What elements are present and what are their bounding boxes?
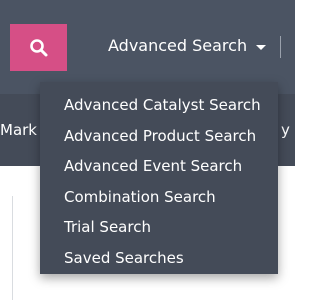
nav-item-partial-left[interactable]: Mark <box>0 120 40 140</box>
dropdown-item-combination-search[interactable]: Combination Search <box>40 182 278 213</box>
advanced-search-menu-toggle[interactable]: Advanced Search <box>108 36 267 56</box>
dropdown-item-saved-searches[interactable]: Saved Searches <box>40 243 278 274</box>
search-button[interactable] <box>10 24 67 71</box>
dropdown-item-trial-search[interactable]: Trial Search <box>40 212 278 243</box>
dropdown-item-advanced-event-search[interactable]: Advanced Event Search <box>40 151 278 182</box>
dropdown-item-advanced-catalyst-search[interactable]: Advanced Catalyst Search <box>40 90 278 121</box>
top-header-bar: Advanced Search <box>0 0 295 94</box>
search-icon <box>29 38 49 58</box>
dropdown-item-advanced-product-search[interactable]: Advanced Product Search <box>40 121 278 152</box>
advanced-search-label: Advanced Search <box>108 36 248 55</box>
caret-down-icon <box>256 44 267 50</box>
advanced-search-dropdown: Advanced Catalyst Search Advanced Produc… <box>40 82 278 274</box>
header-divider <box>280 36 281 58</box>
nav-item-partial-right[interactable]: y <box>281 120 295 140</box>
content-border <box>12 196 13 300</box>
